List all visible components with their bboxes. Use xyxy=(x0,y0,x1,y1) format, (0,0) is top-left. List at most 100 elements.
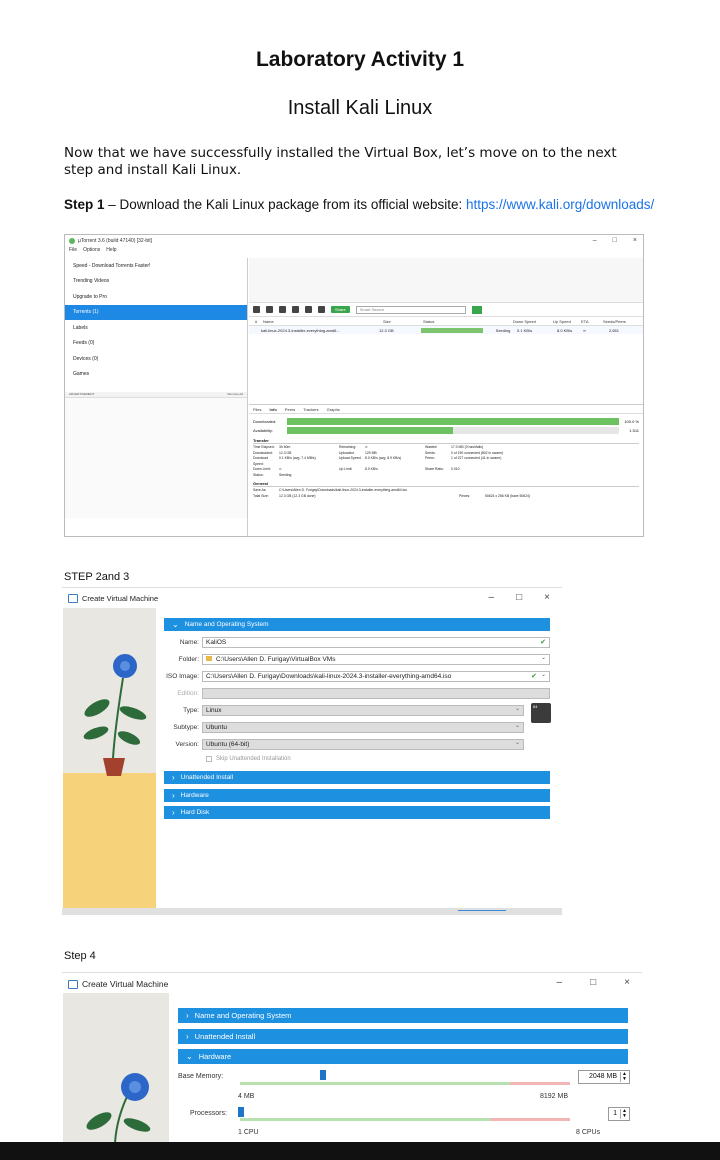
maximize-icon[interactable]: □ xyxy=(613,237,617,244)
close-icon[interactable]: × xyxy=(544,592,550,603)
tab-peers[interactable]: Peers xyxy=(285,407,295,412)
table-row[interactable]: kali-linux-2024.3-installer-everything-a… xyxy=(249,326,643,334)
memory-slider-thumb[interactable] xyxy=(319,1070,326,1080)
transfer-cell xyxy=(365,473,425,479)
remove-ad-link[interactable]: Remove Ad xyxy=(227,392,243,397)
top-ad-area xyxy=(249,258,643,303)
memory-max-label: 8192 MB xyxy=(540,1093,569,1100)
section-name-os[interactable]: › Name and Operating System xyxy=(178,1008,628,1023)
step1-paragraph: Step 1 – Download the Kali Linux package… xyxy=(64,196,664,213)
vb1-window-controls: – □ × xyxy=(489,592,550,603)
section-unattended[interactable]: › Unattended Install xyxy=(178,1029,628,1044)
memory-slider[interactable] xyxy=(240,1082,570,1085)
memory-min-label: 4 MB xyxy=(238,1093,255,1100)
minimize-icon[interactable]: – xyxy=(557,977,563,988)
delete-icon[interactable] xyxy=(292,306,299,313)
folder-icon xyxy=(206,656,212,662)
sidebar-item-feeds[interactable]: Feeds (0) xyxy=(65,336,247,352)
detail-tabs: Files Info Peers Trackers Graphs xyxy=(249,404,643,414)
transfer-cell: Download Speed: xyxy=(253,456,269,466)
utorrent-sidebar: Speed - Download Torrents Faster! Trendi… xyxy=(65,258,248,536)
chevron-right-icon: › xyxy=(172,808,175,817)
smart-search-input[interactable]: Smart Search xyxy=(355,305,466,314)
share-button[interactable]: Share xyxy=(331,306,350,313)
torrent-column-headers: # Name Size Status Down Speed Up Speed E… xyxy=(249,317,643,326)
sidebar-item-torrents[interactable]: Torrents (1) xyxy=(65,304,247,320)
section-unattended[interactable]: › Unattended Install xyxy=(164,771,550,784)
subtype-select[interactable]: Ubuntu ⌄ xyxy=(202,721,524,733)
sidebar-item-trending[interactable]: Trending Videos xyxy=(65,274,247,290)
spin-arrows-icon[interactable]: ▲ ▼ xyxy=(620,1109,628,1119)
virtualbox-icon xyxy=(68,979,78,989)
transfer-cell xyxy=(339,473,365,479)
close-icon[interactable]: × xyxy=(633,237,637,244)
sidebar-item-labels[interactable]: Labels xyxy=(65,320,247,336)
memory-spinbox[interactable]: 2048 MB ▲ ▼ xyxy=(578,1070,630,1084)
cpu-min-label: 1 CPU xyxy=(238,1129,259,1136)
sidebar-item-upgrade[interactable]: Upgrade to Pro xyxy=(65,289,247,305)
virtualbox-window-step4: Create Virtual Machine – □ × › Name and Ope… xyxy=(62,972,642,1142)
menu-file[interactable]: File xyxy=(69,247,77,256)
spin-arrows-icon[interactable]: ▲ ▼ xyxy=(620,1072,628,1082)
utorrent-toolbar: Share Smart Search xyxy=(249,303,643,317)
general-cell: 50624 x 256 KB (have 50624) xyxy=(485,493,531,498)
menu-help[interactable]: Help xyxy=(106,247,116,256)
section-hardware[interactable]: › Hardware xyxy=(164,789,550,802)
kali-download-link[interactable]: https://www.kali.org/downloads/ xyxy=(466,197,654,212)
chevron-down-icon[interactable]: ⌄ xyxy=(541,672,546,680)
transfer-cell: 0.1 KB/s (avg. 7.4 MB/s) xyxy=(279,456,316,460)
version-select[interactable]: Ubuntu (64-bit) ⌄ xyxy=(202,738,524,750)
vb2-titlebar: Create Virtual Machine xyxy=(62,973,642,995)
transfer-cell: Upload Speed: xyxy=(339,456,362,460)
create-torrent-icon[interactable] xyxy=(279,306,286,313)
virtualbox-icon xyxy=(68,593,78,603)
subtype-row: Subtype: Ubuntu ⌄ xyxy=(164,721,524,733)
virtualbox-window-step2: Create Virtual Machine – □ × ⌄ Name and Ope… xyxy=(62,587,562,915)
iso-row: ISO Image: C:\Users\Allen D. Furigay\Down… xyxy=(164,670,550,682)
sidebar-item-games[interactable]: Games xyxy=(65,367,247,383)
stop-icon[interactable] xyxy=(318,306,325,313)
vb2-window-controls: – □ × xyxy=(557,977,630,988)
chevron-right-icon: › xyxy=(172,791,175,800)
maximize-icon[interactable]: □ xyxy=(516,592,522,603)
skip-unattended-checkbox[interactable]: Skip Unattended Installation xyxy=(206,756,291,762)
step23-label: STEP 2and 3 xyxy=(64,571,130,583)
general-cell: Pieces: xyxy=(459,493,471,498)
transfer-heading: Transfer xyxy=(253,438,639,444)
transfer-cell xyxy=(425,473,451,479)
folder-field[interactable]: C:\Users\Allen D. Furigay\VirtualBox VMs… xyxy=(202,653,550,665)
add-torrent-icon[interactable] xyxy=(253,306,260,313)
transfer-cell: 1 of 227 connected (41 in swarm) xyxy=(451,456,502,460)
tab-info[interactable]: Info xyxy=(269,407,276,412)
plant-illustration xyxy=(83,654,147,776)
transfer-cell: Seeding xyxy=(279,472,292,477)
sidebar-item-speed[interactable]: Speed - Download Torrents Faster! xyxy=(65,258,247,274)
tab-files[interactable]: Files xyxy=(253,407,261,412)
add-link-icon[interactable] xyxy=(266,306,273,313)
maximize-icon[interactable]: □ xyxy=(590,977,596,988)
menu-options[interactable]: Options xyxy=(83,247,100,256)
processors-spinbox[interactable]: 1 ▲ ▼ xyxy=(608,1107,630,1121)
downloaded-fill xyxy=(287,418,619,425)
search-icon[interactable] xyxy=(471,305,482,314)
tab-trackers[interactable]: Trackers xyxy=(303,407,318,412)
chevron-down-icon[interactable]: ⌄ xyxy=(541,655,546,663)
processors-slider[interactable] xyxy=(240,1118,570,1121)
minimize-icon[interactable]: – xyxy=(593,237,597,244)
close-icon[interactable]: × xyxy=(624,977,630,988)
chevron-right-icon: › xyxy=(186,1032,189,1041)
name-field[interactable]: KaliOS ✔ xyxy=(202,636,550,648)
check-icon: ✔ xyxy=(540,638,546,646)
chevron-down-icon: ⌄ xyxy=(186,1052,193,1061)
folder-row: Folder: C:\Users\Allen D. Furigay\Virtual… xyxy=(164,653,550,665)
processors-slider-thumb[interactable] xyxy=(238,1107,244,1117)
tab-graphs[interactable]: Graphs xyxy=(327,407,340,412)
section-hardware[interactable]: ⌄ Hardware xyxy=(178,1049,628,1064)
section-name-os[interactable]: ⌄ Name and Operating System xyxy=(164,618,550,631)
iso-image-field[interactable]: C:\Users\Allen D. Furigay\Downloads\kali… xyxy=(202,670,550,682)
sidebar-item-devices[interactable]: Devices (0) xyxy=(65,351,247,367)
type-select[interactable]: Linux ⌄ xyxy=(202,704,524,716)
minimize-icon[interactable]: – xyxy=(489,592,495,603)
section-harddisk[interactable]: › Hard Disk xyxy=(164,806,550,819)
start-icon[interactable] xyxy=(305,306,312,313)
